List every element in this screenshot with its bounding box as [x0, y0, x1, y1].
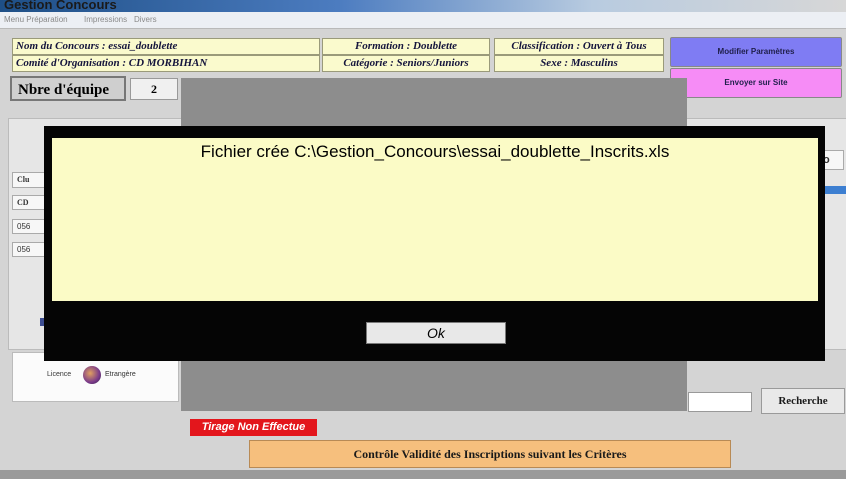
- menu-item-preparation[interactable]: Menu Préparation: [4, 15, 68, 24]
- menu-item-impressions[interactable]: Impressions: [84, 15, 127, 24]
- nom-concours-field: Nom du Concours : essai_doublette: [12, 38, 320, 55]
- bottom-border: [0, 470, 846, 479]
- ok-button[interactable]: Ok: [366, 322, 506, 344]
- tab-club[interactable]: Clu: [12, 172, 46, 188]
- dialog-message: Fichier crée C:\Gestion_Concours\essai_d…: [200, 142, 670, 161]
- sexe-field: Sexe : Masculins: [494, 55, 664, 72]
- window-title: Gestion Concours: [4, 0, 117, 12]
- formation-field: Formation : Doublette: [322, 38, 490, 55]
- tirage-status-badge: Tirage Non Effectue: [190, 419, 317, 436]
- classification-field: Classification : Ouvert à Tous: [494, 38, 664, 55]
- nbre-equipe-label: Nbre d'équipe: [10, 76, 126, 101]
- envoyer-sur-site-button[interactable]: Envoyer sur Site: [670, 68, 842, 98]
- menu-item-divers[interactable]: Divers: [134, 15, 157, 24]
- menu-bar: Menu Préparation Impressions Divers: [0, 12, 846, 29]
- dialog-message-area: Fichier crée C:\Gestion_Concours\essai_d…: [52, 138, 818, 301]
- categorie-field: Catégorie : Seniors/Juniors: [322, 55, 490, 72]
- licence-label: Licence: [47, 371, 72, 378]
- etrangere-label: Etrangère: [105, 371, 136, 378]
- table-row[interactable]: 056: [12, 219, 46, 234]
- column-header-cd: CD: [12, 195, 46, 210]
- comite-field: Comité d'Organisation : CD MORBIHAN: [12, 55, 320, 72]
- nbre-equipe-value: 2: [130, 78, 178, 100]
- recherche-button[interactable]: Recherche: [761, 388, 845, 414]
- modifier-parametres-button[interactable]: Modifier Paramètres: [670, 37, 842, 67]
- globe-flag-icon: [83, 366, 101, 384]
- search-input[interactable]: [688, 392, 752, 412]
- controle-validite-button[interactable]: Contrôle Validité des Inscriptions suiva…: [249, 440, 731, 468]
- table-row[interactable]: 056: [12, 242, 46, 257]
- window-title-bar: Gestion Concours: [0, 0, 846, 12]
